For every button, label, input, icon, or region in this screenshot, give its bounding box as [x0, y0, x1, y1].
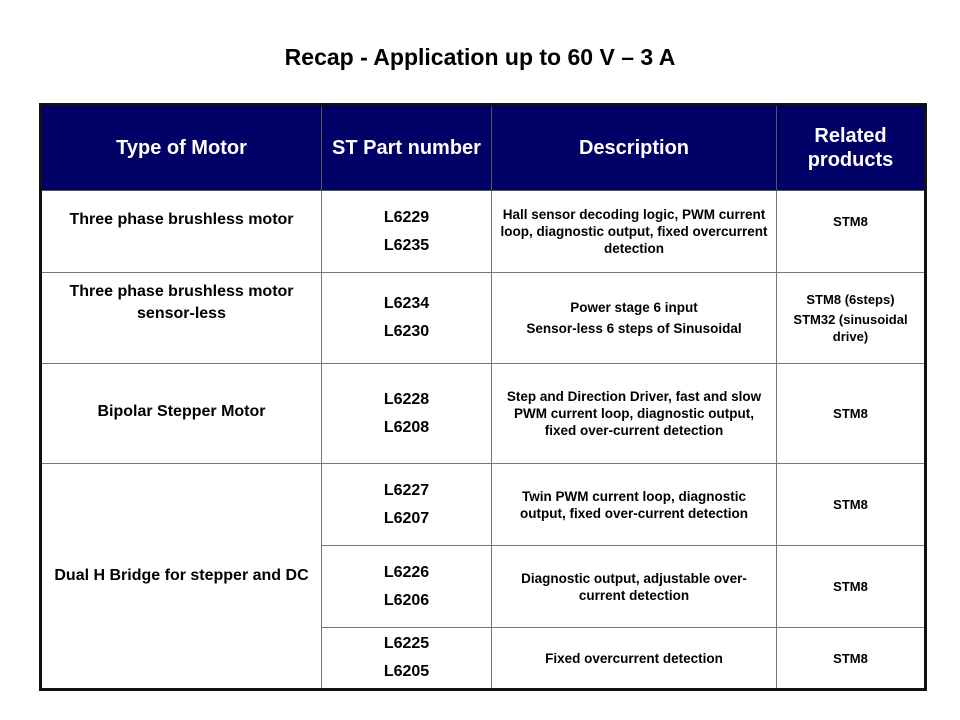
related-product: STM8 (6steps)	[806, 292, 895, 307]
motor-type-cell: Bipolar Stepper Motor	[40, 363, 322, 464]
header-type-of-motor: Type of Motor	[40, 104, 322, 191]
description-cell: Power stage 6 input Sensor-less 6 steps …	[491, 272, 777, 364]
description-cell: Fixed overcurrent detection	[491, 627, 777, 690]
motor-table: Type of Motor ST Part number Description…	[39, 103, 927, 691]
part-number: L6205	[383, 663, 430, 680]
part-number: L6230	[383, 323, 430, 340]
part-number-cell: L6228 L6208	[321, 363, 492, 464]
header-st-part-number: ST Part number	[321, 104, 492, 191]
table-row: Three phase brushless motor sensor-less …	[40, 272, 926, 364]
related-products-cell: STM8	[776, 545, 926, 628]
motor-type-cell: Dual H Bridge for stepper and DC	[40, 463, 322, 690]
description-cell: Hall sensor decoding logic, PWM current …	[491, 190, 777, 273]
related-products-cell: STM8 (6steps) STM32 (sinusoidal drive)	[776, 272, 926, 364]
related-products-cell: STM8	[776, 463, 926, 546]
related-products-cell: STM8	[776, 627, 926, 690]
related-products-cell: STM8	[776, 190, 926, 273]
part-number-cell: L6229 L6235	[321, 190, 492, 273]
part-number-cell: L6234 L6230	[321, 272, 492, 364]
part-number: L6235	[383, 236, 430, 254]
part-number-cell: L6225 L6205	[321, 627, 492, 690]
description-line: Sensor-less 6 steps of Sinusoidal	[526, 321, 742, 336]
header-description: Description	[491, 104, 777, 191]
table-row: Three phase brushless motor L6229 L6235 …	[40, 190, 926, 273]
part-number: L6234	[383, 295, 430, 312]
part-number: L6206	[383, 591, 430, 609]
related-product: STM32 (sinusoidal drive)	[793, 312, 908, 344]
part-number-cell: L6227 L6207	[321, 463, 492, 546]
motor-type-cell: Three phase brushless motor sensor-less	[40, 272, 322, 364]
description-cell: Diagnostic output, adjustable over-curre…	[491, 545, 777, 628]
motor-type-cell: Three phase brushless motor	[40, 190, 322, 273]
table-row: Bipolar Stepper Motor L6228 L6208 Step a…	[40, 363, 926, 464]
description-line: Power stage 6 input	[570, 300, 698, 315]
part-number: L6208	[383, 418, 430, 436]
part-number-cell: L6226 L6206	[321, 545, 492, 628]
part-number: L6229	[383, 208, 430, 226]
description-cell: Step and Direction Driver, fast and slow…	[491, 363, 777, 464]
table-row: Dual H Bridge for stepper and DC L6227 L…	[40, 463, 926, 690]
part-number: L6226	[383, 563, 430, 581]
description-cell: Twin PWM current loop, diagnostic output…	[491, 463, 777, 546]
related-products-cell: STM8	[776, 363, 926, 464]
part-number: L6225	[383, 635, 430, 652]
part-number: L6227	[383, 481, 430, 499]
table-header-row: Type of Motor ST Part number Description…	[40, 104, 926, 191]
part-number: L6207	[383, 509, 430, 527]
part-number: L6228	[383, 390, 430, 408]
slide-title: Recap - Application up to 60 V – 3 A	[284, 44, 676, 70]
header-related-products: Related products	[776, 104, 926, 191]
